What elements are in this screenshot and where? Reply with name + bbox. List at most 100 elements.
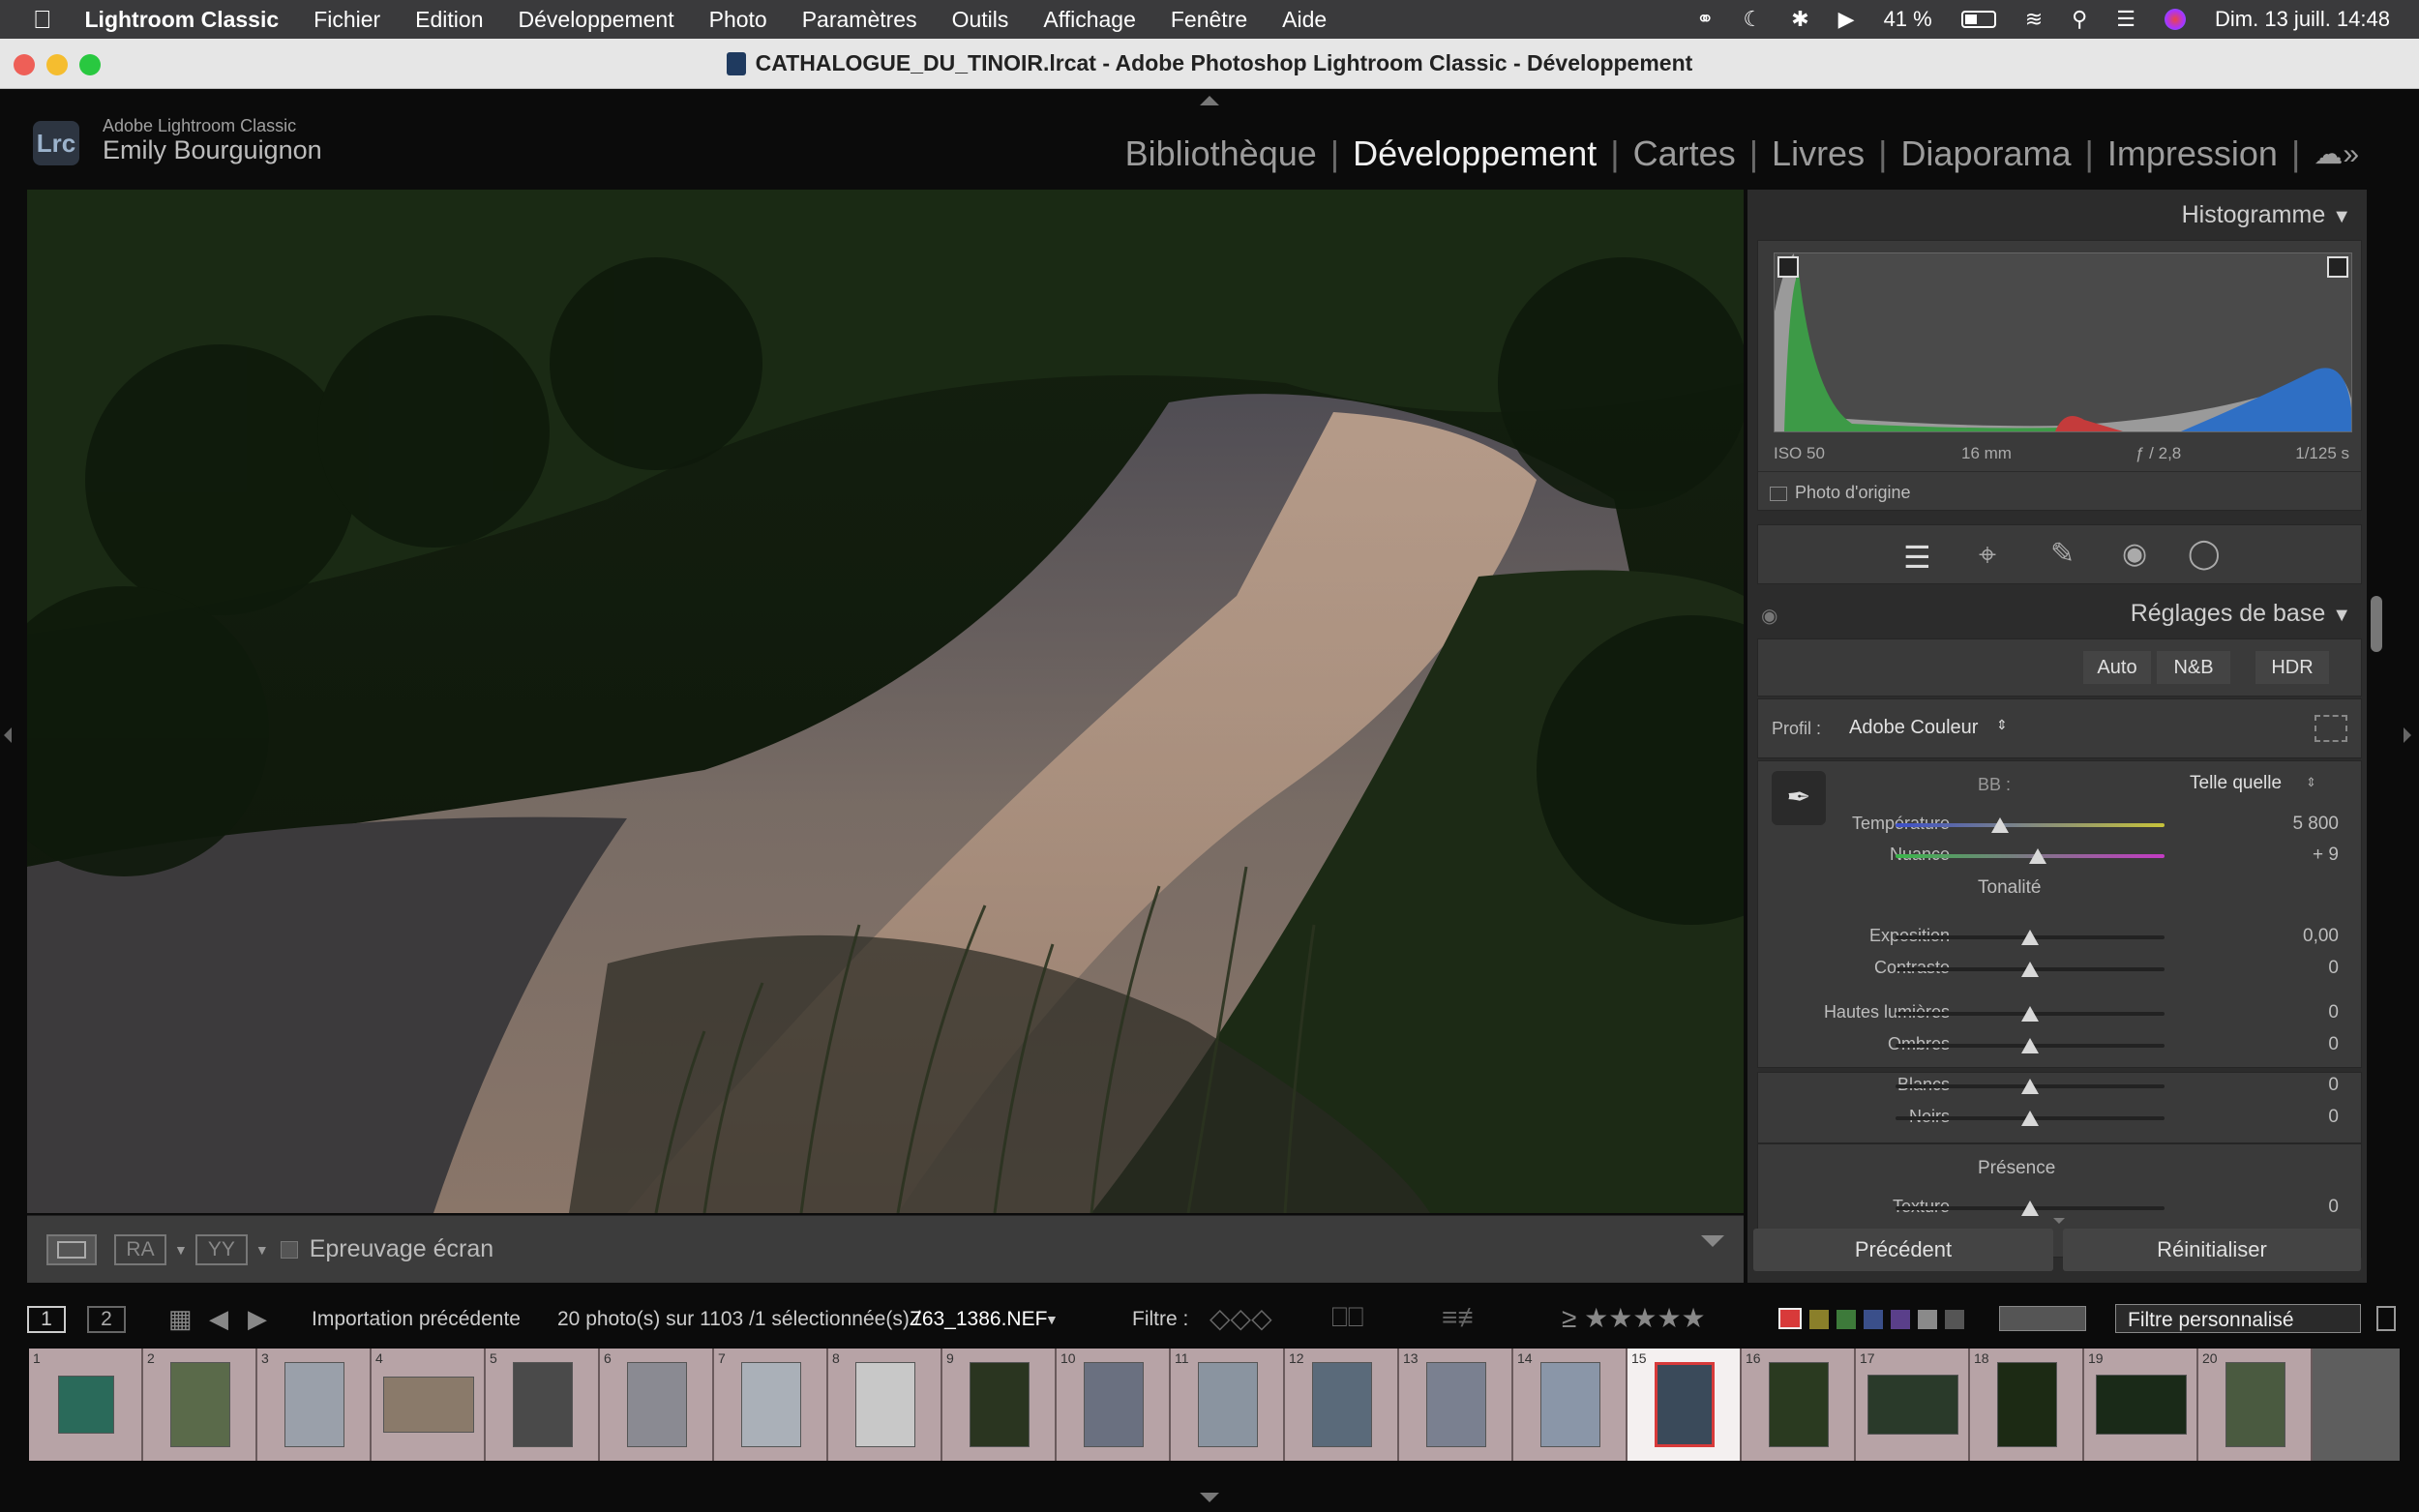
virtual-copy-filter-icons[interactable]: ⎕⎕ (1331, 1302, 1364, 1334)
filmstrip-thumbnail[interactable] (970, 1362, 1030, 1447)
module-bibliotheque[interactable]: Bibliothèque (1112, 133, 1330, 174)
chevron-down-icon[interactable]: ▼ (1045, 1312, 1059, 1327)
shadow-clipping-icon[interactable] (1777, 256, 1799, 278)
histogram-header[interactable]: Histogramme ▼ (2182, 201, 2351, 229)
filmstrip-thumbnail[interactable] (1198, 1362, 1258, 1447)
filmstrip-thumbnail[interactable] (1084, 1362, 1144, 1447)
menu-edition[interactable]: Edition (415, 7, 483, 33)
filmstrip-cell[interactable]: 3 (257, 1349, 372, 1461)
auto-button[interactable]: Auto (2083, 651, 2151, 684)
menu-aide[interactable]: Aide (1282, 7, 1327, 33)
filmstrip-cell[interactable]: 4 (372, 1349, 486, 1461)
basic-header[interactable]: Réglages de base ▼ (2131, 600, 2351, 628)
filmstrip-thumbnail[interactable] (741, 1362, 801, 1447)
rating-filter[interactable]: ≥ ★★★★★ (1562, 1302, 1706, 1334)
slider-value[interactable]: 0 (2261, 1197, 2339, 1218)
menu-fenetre[interactable]: Fenêtre (1171, 7, 1247, 33)
eraser-icon[interactable]: ✎ (2050, 537, 2075, 571)
flag-filter-icons[interactable]: ◇◇◇ (1210, 1302, 1272, 1334)
slider-thumb[interactable] (2021, 1038, 2039, 1053)
grid-view-icon[interactable]: ▦ (168, 1304, 193, 1334)
slider-value[interactable]: 0 (2261, 1034, 2339, 1055)
before-after-ra-button[interactable]: RA (114, 1233, 166, 1265)
proof-checkbox[interactable] (280, 1240, 298, 1259)
masking-icon[interactable]: ◯ (2188, 537, 2221, 571)
filmstrip-thumbnail[interactable] (1312, 1362, 1372, 1447)
module-diaporama[interactable]: Diaporama (1887, 133, 2084, 174)
filmstrip-cell[interactable]: 13 (1399, 1349, 1513, 1461)
toolbar-menu-chevron-icon[interactable] (1701, 1235, 1724, 1247)
histogram-graph[interactable] (1774, 252, 2352, 432)
updown-chevron-icon[interactable]: ⇕ (1996, 717, 2008, 733)
filmstrip-cell[interactable]: 20 (2198, 1349, 2313, 1461)
filmstrip-cell[interactable]: 14 (1513, 1349, 1628, 1461)
filmstrip-cell[interactable]: 5 (486, 1349, 600, 1461)
control-center-icon[interactable]: ☰ (2116, 7, 2135, 32)
menu-app-name[interactable]: Lightroom Classic (85, 7, 280, 33)
slider-thumb[interactable] (2021, 1111, 2039, 1126)
minimize-window-button[interactable] (46, 54, 68, 75)
color-filter-blue[interactable] (1864, 1310, 1883, 1329)
filmstrip-thumbnail[interactable] (627, 1362, 687, 1447)
slider-track[interactable] (1896, 823, 2165, 827)
forward-arrow-icon[interactable]: ▶ (248, 1304, 267, 1334)
filmstrip-cell[interactable]: 6 (600, 1349, 714, 1461)
slider-value[interactable]: + 9 (2261, 845, 2339, 866)
bluetooth-off-icon[interactable]: ✱ (1791, 7, 1808, 32)
apple-icon[interactable]:  (33, 5, 52, 35)
collapse-triangle-icon[interactable]: ▼ (2332, 206, 2351, 227)
filmstrip-thumbnail[interactable] (513, 1362, 573, 1447)
menu-outils[interactable]: Outils (952, 7, 1009, 33)
menu-fichier[interactable]: Fichier (314, 7, 380, 33)
moon-icon[interactable]: ☾ (1743, 7, 1762, 32)
red-eye-icon[interactable]: ◉ (2122, 537, 2147, 571)
slider-thumb[interactable] (2021, 1079, 2039, 1094)
color-filter-gray[interactable] (1918, 1310, 1937, 1329)
profile-browser-grid-icon[interactable] (2314, 715, 2347, 742)
menu-affichage[interactable]: Affichage (1043, 7, 1135, 33)
zoom-window-button[interactable] (79, 54, 101, 75)
slider-thumb[interactable] (2021, 962, 2039, 977)
filter-lock-icon[interactable] (2376, 1306, 2396, 1331)
filmstrip-thumbnail[interactable] (284, 1362, 344, 1447)
eye-icon[interactable]: ◉ (1761, 604, 1777, 628)
filmstrip-thumbnail[interactable] (383, 1377, 474, 1433)
profile-dropdown[interactable]: Adobe Couleur (1849, 717, 1978, 739)
collapse-top-panel-arrow[interactable] (1200, 96, 1219, 105)
bw-button[interactable]: N&B (2157, 651, 2230, 684)
reset-button[interactable]: Réinitialiser (2063, 1229, 2361, 1271)
filmstrip-cell[interactable]: 15 (1628, 1349, 1742, 1461)
filmstrip-thumbnail[interactable] (1655, 1362, 1715, 1447)
color-filter-green[interactable] (1837, 1310, 1856, 1329)
filmstrip-thumbnail[interactable] (2096, 1375, 2187, 1435)
source-label[interactable]: Importation précédente (312, 1308, 521, 1331)
custom-filter-dropdown[interactable]: Filtre personnalisé (2115, 1304, 2361, 1333)
slider-value[interactable]: 0 (2261, 958, 2339, 979)
hdr-button[interactable]: HDR (2255, 651, 2329, 684)
filmstrip-thumbnail[interactable] (1769, 1362, 1829, 1447)
slider-value[interactable]: 0 (2261, 1107, 2339, 1128)
color-filter-red[interactable] (1778, 1308, 1802, 1329)
creative-cloud-icon[interactable]: ⚭ (1696, 7, 1714, 32)
color-filter-purple[interactable] (1891, 1310, 1910, 1329)
crop-icon[interactable]: ⌖ (1979, 537, 1996, 574)
menu-parametres[interactable]: Paramètres (802, 7, 917, 33)
filmstrip-thumbnail[interactable] (170, 1362, 230, 1447)
highlight-clipping-icon[interactable] (2327, 256, 2348, 278)
module-developpement[interactable]: Développement (1339, 133, 1610, 174)
filmstrip-cell[interactable]: 16 (1742, 1349, 1856, 1461)
screen-1-button[interactable]: 1 (27, 1306, 66, 1333)
previous-button[interactable]: Précédent (1753, 1229, 2053, 1271)
filmstrip-thumbnail[interactable] (1997, 1362, 2057, 1447)
slider-value[interactable]: 5 800 (2261, 814, 2339, 835)
edit-sliders-icon[interactable]: ☰ (1903, 539, 1931, 576)
color-filter-yellow[interactable] (1809, 1310, 1829, 1329)
filmstrip-thumbnail[interactable] (1540, 1362, 1600, 1447)
before-after-yy-button[interactable]: YY (194, 1233, 248, 1265)
module-cartes[interactable]: Cartes (1620, 133, 1749, 174)
back-arrow-icon[interactable]: ◀ (209, 1304, 228, 1334)
slider-thumb[interactable] (2021, 930, 2039, 945)
original-photo-checkbox[interactable] (1770, 487, 1787, 501)
filmstrip-cell[interactable]: 11 (1171, 1349, 1285, 1461)
filmstrip-thumbnail[interactable] (855, 1362, 915, 1447)
